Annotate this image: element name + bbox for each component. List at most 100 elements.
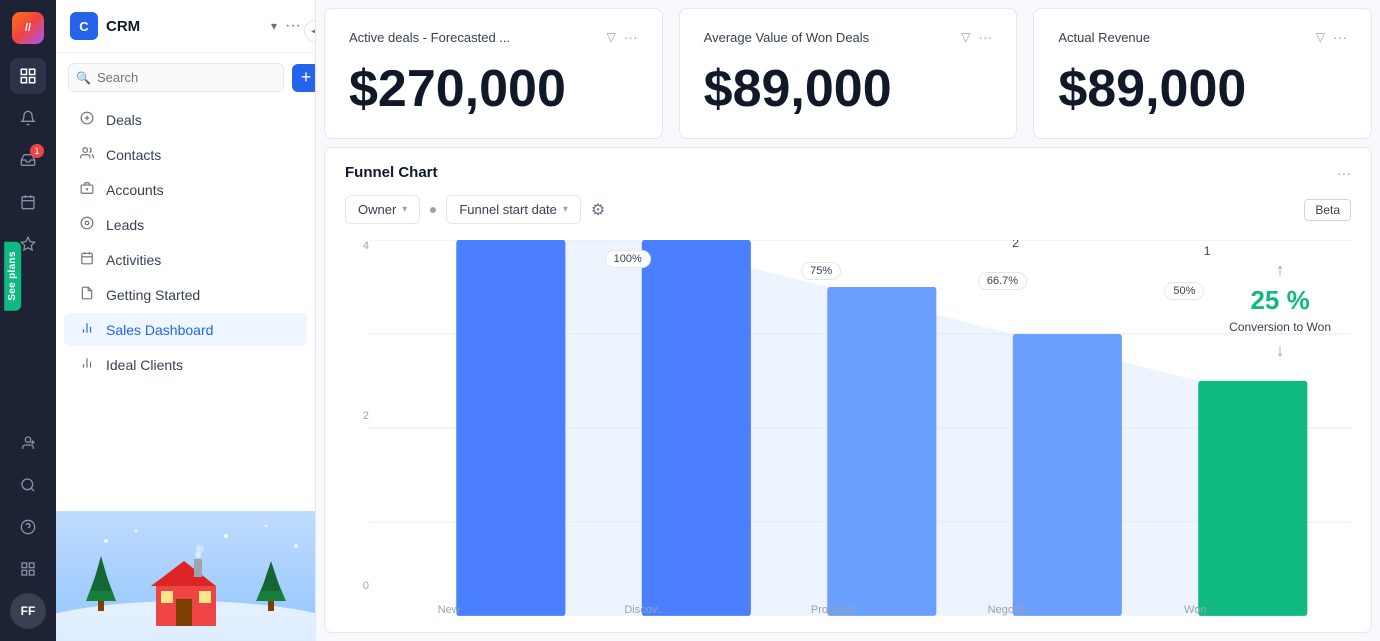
funnel-separator-dot (430, 207, 436, 213)
filter-icon[interactable]: ▽ (1316, 30, 1325, 44)
conversion-arrow-up-icon: ↑ (1276, 260, 1285, 281)
see-plans-button[interactable]: See plans (4, 241, 21, 310)
date-dropdown[interactable]: Funnel start date ▾ (446, 195, 581, 224)
inbox-badge: 1 (30, 144, 44, 158)
ideal-clients-icon (78, 356, 96, 373)
icon-bar: // 1 See plans FF (0, 0, 56, 641)
grid-icon-btn[interactable] (10, 551, 46, 587)
sales-dashboard-icon (78, 321, 96, 338)
metric-title-actual-revenue: Actual Revenue (1058, 30, 1307, 45)
accounts-icon (78, 181, 96, 198)
funnel-title: Funnel Chart (345, 164, 1337, 181)
owner-label: Owner (358, 202, 396, 217)
pct-badge-discovery: 100% (605, 250, 651, 268)
calendar-icon-btn[interactable] (10, 184, 46, 220)
metric-title-avg-won: Average Value of Won Deals (704, 30, 953, 45)
logo-symbol: // (25, 22, 31, 34)
funnel-section: Funnel Chart ··· Owner ▾ Funnel start da… (324, 147, 1372, 633)
sidebar-item-activities[interactable]: Activities (64, 243, 307, 276)
y-label-0: 0 (345, 580, 369, 592)
x-label-proposal: Proposal (811, 604, 854, 616)
metric-card-header: Active deals - Forecasted ... ▽ ··· (349, 29, 638, 45)
y-label-4: 4 (345, 240, 369, 252)
metric-value-avg-won: $89,000 (704, 61, 993, 118)
contacts-icon (78, 146, 96, 163)
sidebar-item-label: Ideal Clients (106, 357, 183, 373)
pct-badge-proposal: 75% (801, 262, 841, 280)
search-icon: 🔍 (76, 71, 91, 85)
date-chevron-icon: ▾ (563, 204, 568, 215)
sidebar-chevron-icon[interactable]: ▾ (271, 19, 277, 33)
metric-card-avg-won: Average Value of Won Deals ▽ ··· $89,000 (679, 8, 1018, 139)
add-icon: + (301, 67, 312, 88)
sidebar-header: C CRM ▾ ··· (56, 0, 315, 53)
metric-more-icon[interactable]: ··· (624, 29, 638, 45)
metric-card-header: Actual Revenue ▽ ··· (1058, 29, 1347, 45)
search-icon-btn[interactable] (10, 467, 46, 503)
sidebar-item-accounts[interactable]: Accounts (64, 173, 307, 206)
metric-more-icon[interactable]: ··· (978, 29, 992, 45)
owner-chevron-icon: ▾ (402, 204, 407, 215)
chart-labels-overlay: 4 4 3 2 1 100% 75% 66.7% 50% New Discov.… (369, 240, 1351, 616)
x-label-discovery: Discov... (624, 604, 665, 616)
funnel-controls: Owner ▾ Funnel start date ▾ ⚙ Beta (345, 195, 1351, 224)
conversion-panel: ↑ 25 % Conversion to Won ↓ (1229, 260, 1331, 361)
notification-icon-btn[interactable] (10, 100, 46, 136)
bar-count-negotiation: 2 (1012, 240, 1019, 250)
chart-svg-wrapper: 4 4 3 2 1 100% 75% 66.7% 50% New Discov.… (369, 240, 1351, 616)
help-icon-btn[interactable] (10, 509, 46, 545)
x-label-new: New (438, 604, 460, 616)
funnel-more-icon[interactable]: ··· (1337, 165, 1351, 181)
sidebar-app-icon: C (70, 12, 98, 40)
owner-dropdown[interactable]: Owner ▾ (345, 195, 420, 224)
conversion-label: Conversion to Won (1229, 320, 1331, 336)
pct-badge-negotiation: 66.7% (978, 272, 1027, 290)
x-label-won: Won (1184, 604, 1206, 616)
sidebar-search-area: 🔍 + (56, 53, 315, 102)
metric-card-actual-revenue: Actual Revenue ▽ ··· $89,000 (1033, 8, 1372, 139)
sidebar-item-label: Leads (106, 217, 144, 233)
sidebar-item-deals[interactable]: Deals (64, 103, 307, 136)
sidebar-item-leads[interactable]: Leads (64, 208, 307, 241)
y-label-2: 2 (345, 410, 369, 422)
leads-icon (78, 216, 96, 233)
search-wrapper: 🔍 (68, 63, 284, 92)
metric-value-active-deals: $270,000 (349, 61, 638, 118)
filter-icon[interactable]: ▽ (606, 30, 615, 44)
sidebar-item-label: Activities (106, 252, 161, 268)
sidebar-item-label: Deals (106, 112, 142, 128)
activities-icon (78, 251, 96, 268)
sidebar-item-label: Contacts (106, 147, 161, 163)
deals-icon (78, 111, 96, 128)
sidebar-item-contacts[interactable]: Contacts (64, 138, 307, 171)
sidebar-more-icon[interactable]: ··· (285, 17, 301, 35)
inbox-icon-btn[interactable]: 1 (10, 142, 46, 178)
gear-icon[interactable]: ⚙ (591, 200, 605, 220)
sidebar-app-initial: C (79, 19, 88, 34)
filter-icon[interactable]: ▽ (961, 30, 970, 44)
conversion-pct: 25 % (1250, 285, 1309, 316)
chart-y-labels: 4 2 0 (345, 240, 369, 616)
user-avatar[interactable]: FF (10, 593, 46, 629)
metrics-row: Active deals - Forecasted ... ▽ ··· $270… (316, 0, 1380, 147)
sidebar-item-ideal-clients[interactable]: Ideal Clients (64, 348, 307, 381)
app-logo[interactable]: // (12, 12, 44, 44)
metric-card-header: Average Value of Won Deals ▽ ··· (704, 29, 993, 45)
beta-badge: Beta (1304, 199, 1351, 221)
main-content: Active deals - Forecasted ... ▽ ··· $270… (316, 0, 1380, 641)
sidebar-illustration (56, 511, 315, 641)
bar-count-won: 1 (1204, 244, 1211, 258)
pct-badge-won: 50% (1164, 282, 1204, 300)
sidebar: C CRM ▾ ··· ◀ 🔍 + Deals Contacts Account… (56, 0, 316, 641)
getting-started-icon (78, 286, 96, 303)
add-user-icon-btn[interactable] (10, 425, 46, 461)
sidebar-add-button[interactable]: + (292, 64, 316, 92)
sidebar-title: CRM (106, 18, 263, 35)
sidebar-item-getting-started[interactable]: Getting Started (64, 278, 307, 311)
sidebar-item-sales-dashboard[interactable]: Sales Dashboard (64, 313, 307, 346)
chart-area: 4 2 0 (345, 240, 1351, 616)
home-icon-btn[interactable] (10, 58, 46, 94)
search-input[interactable] (68, 63, 284, 92)
sidebar-item-label: Sales Dashboard (106, 322, 213, 338)
metric-more-icon[interactable]: ··· (1333, 29, 1347, 45)
